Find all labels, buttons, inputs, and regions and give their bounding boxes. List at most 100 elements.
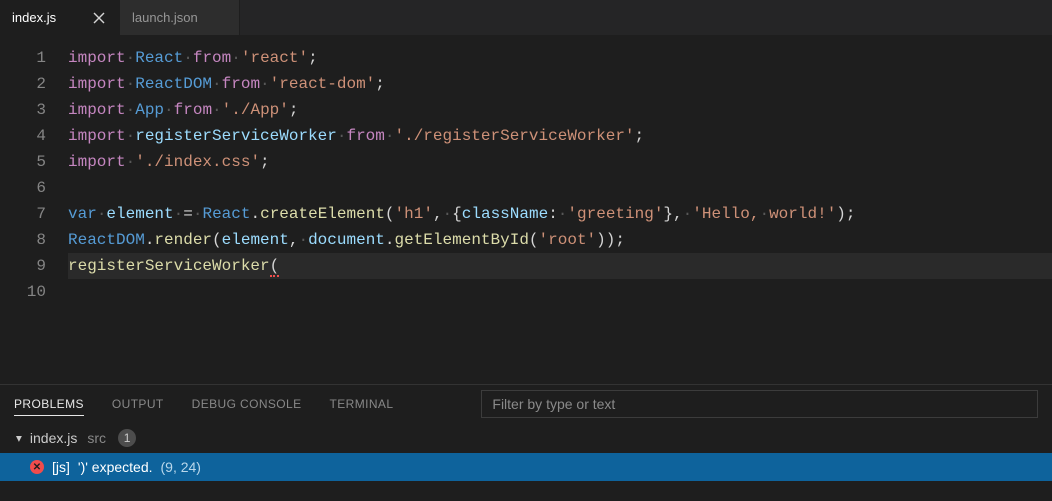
- panel-tab-debug-console[interactable]: DEBUG CONSOLE: [192, 393, 302, 416]
- line-number: 6: [0, 175, 46, 201]
- line-number: 5: [0, 149, 46, 175]
- problem-file-header[interactable]: ▲ index.js src 1: [0, 423, 1052, 453]
- code-token: );: [836, 205, 855, 223]
- code-line[interactable]: registerServiceWorker(: [68, 253, 1052, 279]
- problem-source: [js]: [52, 459, 70, 475]
- code-token: ,: [673, 205, 683, 223]
- panel-tab-terminal[interactable]: TERMINAL: [330, 393, 394, 416]
- code-token: React: [135, 49, 183, 67]
- code-token: ·: [97, 205, 107, 223]
- code-token: ·: [183, 49, 193, 67]
- code-token: import: [68, 75, 126, 93]
- code-token: ·: [385, 127, 395, 145]
- code-token: React: [202, 205, 250, 223]
- problem-count-badge: 1: [118, 429, 136, 447]
- code-token: ;: [308, 49, 318, 67]
- panel-tab-problems[interactable]: PROBLEMS: [14, 393, 84, 416]
- code-line[interactable]: import·React·from·'react';: [68, 45, 1052, 71]
- code-token: (: [270, 257, 280, 277]
- code-token: ·: [298, 231, 308, 249]
- problem-location: (9, 24): [161, 459, 201, 475]
- code-token: ·: [126, 153, 136, 171]
- code-token: import: [68, 49, 126, 67]
- code-token: var: [68, 205, 97, 223]
- code-line[interactable]: [68, 279, 1052, 305]
- code-token: ·: [212, 75, 222, 93]
- line-number: 2: [0, 71, 46, 97]
- problems-filter-input[interactable]: [481, 390, 1038, 418]
- code-token: {: [452, 205, 462, 223]
- bottom-panel: PROBLEMS OUTPUT DEBUG CONSOLE TERMINAL ▲…: [0, 384, 1052, 501]
- problem-message: ')' expected.: [78, 459, 153, 475]
- code-token: from: [193, 49, 231, 67]
- tab-index-js[interactable]: index.js: [0, 0, 120, 35]
- panel-spacer: [0, 481, 1052, 501]
- code-token: element: [222, 231, 289, 249]
- code-token: 'h1': [395, 205, 433, 223]
- code-token: ·: [212, 101, 222, 119]
- code-token: App: [135, 101, 164, 119]
- code-token: ·: [126, 127, 136, 145]
- tab-label: launch.json: [132, 10, 227, 25]
- code-token: ;: [289, 101, 299, 119]
- panel-filter-container: [481, 390, 1038, 418]
- code-token: render: [154, 231, 212, 249]
- tab-launch-json[interactable]: launch.json: [120, 0, 240, 35]
- code-token: ·: [683, 205, 693, 223]
- code-token: ,: [433, 205, 443, 223]
- line-number: 3: [0, 97, 46, 123]
- code-line[interactable]: import·'./index.css';: [68, 149, 1052, 175]
- code-editor[interactable]: 12345678910 import·React·from·'react';im…: [0, 35, 1052, 384]
- code-token: getElementById: [395, 231, 529, 249]
- code-line[interactable]: import·ReactDOM·from·'react-dom';: [68, 71, 1052, 97]
- code-token: =: [183, 205, 193, 223]
- code-line[interactable]: import·App·from·'./App';: [68, 97, 1052, 123]
- code-token: from: [346, 127, 384, 145]
- code-token: from: [174, 101, 212, 119]
- code-token: ));: [596, 231, 625, 249]
- code-token: 'react': [241, 49, 308, 67]
- line-number: 4: [0, 123, 46, 149]
- editor-tab-bar: index.js launch.json: [0, 0, 1052, 35]
- chevron-down-icon: ▲: [14, 433, 24, 444]
- line-number: 9: [0, 253, 46, 279]
- code-token: import: [68, 127, 126, 145]
- code-token: document: [308, 231, 385, 249]
- line-number: 10: [0, 279, 46, 305]
- code-token: registerServiceWorker: [68, 257, 270, 275]
- tab-label: index.js: [12, 10, 83, 25]
- code-token: .: [385, 231, 395, 249]
- code-content[interactable]: import·React·from·'react';import·ReactDO…: [68, 45, 1052, 384]
- code-token: ·: [337, 127, 347, 145]
- code-token: ReactDOM: [68, 231, 145, 249]
- code-line[interactable]: [68, 175, 1052, 201]
- code-token: ·: [126, 75, 136, 93]
- code-token: import: [68, 101, 126, 119]
- code-line[interactable]: var·element·=·React.createElement('h1',·…: [68, 201, 1052, 227]
- code-token: ·: [193, 205, 203, 223]
- code-token: ·: [443, 205, 453, 223]
- close-icon[interactable]: [91, 10, 107, 26]
- code-token: element: [106, 205, 173, 223]
- code-token: ·: [231, 49, 241, 67]
- code-token: 'root': [539, 231, 597, 249]
- error-icon: ✕: [30, 460, 44, 474]
- code-token: 'greeting': [567, 205, 663, 223]
- code-token: './index.css': [135, 153, 260, 171]
- code-token: registerServiceWorker: [135, 127, 337, 145]
- code-line[interactable]: import·registerServiceWorker·from·'./reg…: [68, 123, 1052, 149]
- code-token: ·: [260, 75, 270, 93]
- line-number: 1: [0, 45, 46, 71]
- code-line[interactable]: ReactDOM.render(element,·document.getEle…: [68, 227, 1052, 253]
- code-token: (: [212, 231, 222, 249]
- code-token: ·: [126, 49, 136, 67]
- code-token: createElement: [260, 205, 385, 223]
- line-number-gutter: 12345678910: [0, 45, 68, 384]
- code-token: .: [250, 205, 260, 223]
- problem-item[interactable]: ✕ [js] ')' expected. (9, 24): [0, 453, 1052, 481]
- code-token: ·: [759, 205, 769, 223]
- panel-tab-output[interactable]: OUTPUT: [112, 393, 164, 416]
- code-token: 'Hello,: [692, 205, 759, 223]
- code-token: import: [68, 153, 126, 171]
- code-token: ;: [260, 153, 270, 171]
